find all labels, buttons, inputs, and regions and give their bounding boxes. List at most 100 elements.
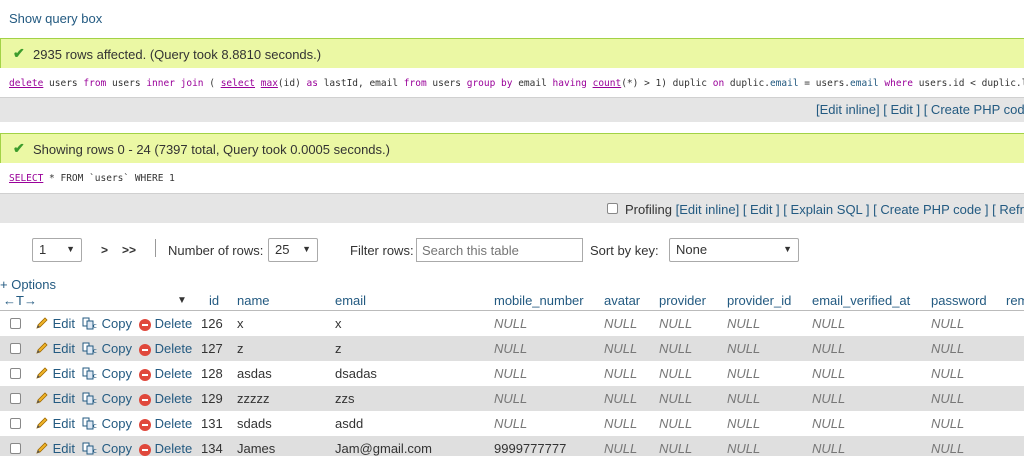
- cell-provider-id[interactable]: NULL: [727, 441, 760, 456]
- cell-email[interactable]: x: [335, 316, 342, 331]
- cell-email[interactable]: zzs: [335, 391, 355, 406]
- row-checkbox[interactable]: [10, 418, 21, 429]
- cell-mobile-number[interactable]: NULL: [494, 416, 527, 431]
- row-delete-button[interactable]: Delete: [139, 416, 192, 431]
- cell-email-verified-at[interactable]: NULL: [812, 391, 845, 406]
- cell-email-verified-at[interactable]: NULL: [812, 316, 845, 331]
- row-delete-button[interactable]: Delete: [139, 441, 192, 456]
- column-header-mobile-number[interactable]: mobile_number: [494, 293, 584, 308]
- cell-provider[interactable]: NULL: [659, 441, 692, 456]
- row-delete-button[interactable]: Delete: [139, 391, 192, 406]
- cell-name[interactable]: x: [237, 316, 244, 331]
- cell-email-verified-at[interactable]: NULL: [812, 416, 845, 431]
- cell-provider-id[interactable]: NULL: [727, 341, 760, 356]
- column-header-name[interactable]: name: [237, 293, 270, 308]
- cell-avatar[interactable]: NULL: [604, 416, 637, 431]
- cell-provider-id[interactable]: NULL: [727, 366, 760, 381]
- cell-email[interactable]: Jam@gmail.com: [335, 441, 432, 456]
- row-copy-button[interactable]: c Copy: [82, 366, 132, 381]
- row-copy-button[interactable]: c Copy: [82, 316, 132, 331]
- column-header-provider-id[interactable]: provider_id: [727, 293, 791, 308]
- cell-avatar[interactable]: NULL: [604, 441, 637, 456]
- row-checkbox[interactable]: [10, 393, 21, 404]
- cell-provider-id[interactable]: NULL: [727, 391, 760, 406]
- page-select[interactable]: 1 ▼: [32, 238, 82, 262]
- row-copy-button[interactable]: c Copy: [82, 416, 132, 431]
- cell-id[interactable]: 128: [201, 366, 223, 381]
- create-php-code-link[interactable]: [ Create PHP code ]: [873, 202, 988, 217]
- row-copy-button[interactable]: c Copy: [82, 391, 132, 406]
- cell-avatar[interactable]: NULL: [604, 341, 637, 356]
- explain-sql-link[interactable]: [ Explain SQL ]: [783, 202, 869, 217]
- row-delete-button[interactable]: Delete: [139, 316, 192, 331]
- column-header-email-verified-at[interactable]: email_verified_at: [812, 293, 910, 308]
- cell-password[interactable]: NULL: [931, 391, 964, 406]
- number-of-rows-select[interactable]: 25 ▼: [268, 238, 318, 262]
- cell-name[interactable]: zzzzz: [237, 391, 270, 406]
- next-page-button[interactable]: >: [101, 243, 108, 257]
- cell-mobile-number[interactable]: NULL: [494, 391, 527, 406]
- cell-name[interactable]: asdas: [237, 366, 272, 381]
- cell-id[interactable]: 131: [201, 416, 223, 431]
- row-edit-button[interactable]: Edit: [35, 341, 75, 356]
- cell-password[interactable]: NULL: [931, 316, 964, 331]
- cell-name[interactable]: z: [237, 341, 244, 356]
- cell-name[interactable]: sdads: [237, 416, 272, 431]
- profiling-checkbox[interactable]: [607, 203, 618, 214]
- cell-password[interactable]: NULL: [931, 366, 964, 381]
- row-checkbox[interactable]: [10, 443, 21, 454]
- row-edit-button[interactable]: Edit: [35, 441, 75, 456]
- column-header-email[interactable]: email: [335, 293, 366, 308]
- create-php-code-link[interactable]: [ Create PHP code ]: [924, 102, 1024, 117]
- cell-provider[interactable]: NULL: [659, 391, 692, 406]
- row-edit-button[interactable]: Edit: [35, 416, 75, 431]
- cell-password[interactable]: NULL: [931, 341, 964, 356]
- row-checkbox[interactable]: [10, 318, 21, 329]
- row-edit-button[interactable]: Edit: [35, 366, 75, 381]
- cell-mobile-number[interactable]: 9999777777: [494, 441, 566, 456]
- cell-provider-id[interactable]: NULL: [727, 416, 760, 431]
- row-edit-button[interactable]: Edit: [35, 316, 75, 331]
- column-header-remember-token[interactable]: rem: [1006, 293, 1024, 308]
- cell-password[interactable]: NULL: [931, 416, 964, 431]
- cell-name[interactable]: James: [237, 441, 275, 456]
- sort-dropdown-icon[interactable]: ▼: [177, 295, 187, 306]
- last-page-button[interactable]: >>: [122, 243, 136, 257]
- sort-by-key-select[interactable]: None ▼: [669, 238, 799, 262]
- cell-id[interactable]: 127: [201, 341, 223, 356]
- cell-provider[interactable]: NULL: [659, 366, 692, 381]
- row-copy-button[interactable]: c Copy: [82, 441, 132, 456]
- cell-provider[interactable]: NULL: [659, 316, 692, 331]
- cell-mobile-number[interactable]: NULL: [494, 341, 527, 356]
- cell-id[interactable]: 126: [201, 316, 223, 331]
- cell-provider[interactable]: NULL: [659, 341, 692, 356]
- column-header-avatar[interactable]: avatar: [604, 293, 640, 308]
- edit-inline-link[interactable]: [Edit inline]: [676, 202, 740, 217]
- edit-inline-link[interactable]: [Edit inline]: [816, 102, 880, 117]
- column-resize-arrows-icon[interactable]: ←T→: [3, 293, 37, 308]
- row-delete-button[interactable]: Delete: [139, 341, 192, 356]
- column-header-id[interactable]: id: [209, 293, 219, 308]
- cell-provider-id[interactable]: NULL: [727, 316, 760, 331]
- cell-avatar[interactable]: NULL: [604, 391, 637, 406]
- cell-email-verified-at[interactable]: NULL: [812, 441, 845, 456]
- row-copy-button[interactable]: c Copy: [82, 341, 132, 356]
- cell-email[interactable]: asdd: [335, 416, 363, 431]
- cell-password[interactable]: NULL: [931, 441, 964, 456]
- cell-avatar[interactable]: NULL: [604, 316, 637, 331]
- cell-id[interactable]: 129: [201, 391, 223, 406]
- row-checkbox[interactable]: [10, 343, 21, 354]
- options-link[interactable]: + Options: [0, 277, 56, 292]
- cell-avatar[interactable]: NULL: [604, 366, 637, 381]
- row-delete-button[interactable]: Delete: [139, 366, 192, 381]
- edit-link[interactable]: [ Edit ]: [883, 102, 920, 117]
- cell-mobile-number[interactable]: NULL: [494, 366, 527, 381]
- column-header-password[interactable]: password: [931, 293, 987, 308]
- cell-provider[interactable]: NULL: [659, 416, 692, 431]
- show-query-box-link[interactable]: Show query box: [9, 11, 102, 26]
- cell-email-verified-at[interactable]: NULL: [812, 341, 845, 356]
- row-edit-button[interactable]: Edit: [35, 391, 75, 406]
- cell-mobile-number[interactable]: NULL: [494, 316, 527, 331]
- filter-rows-input[interactable]: [416, 238, 583, 262]
- row-checkbox[interactable]: [10, 368, 21, 379]
